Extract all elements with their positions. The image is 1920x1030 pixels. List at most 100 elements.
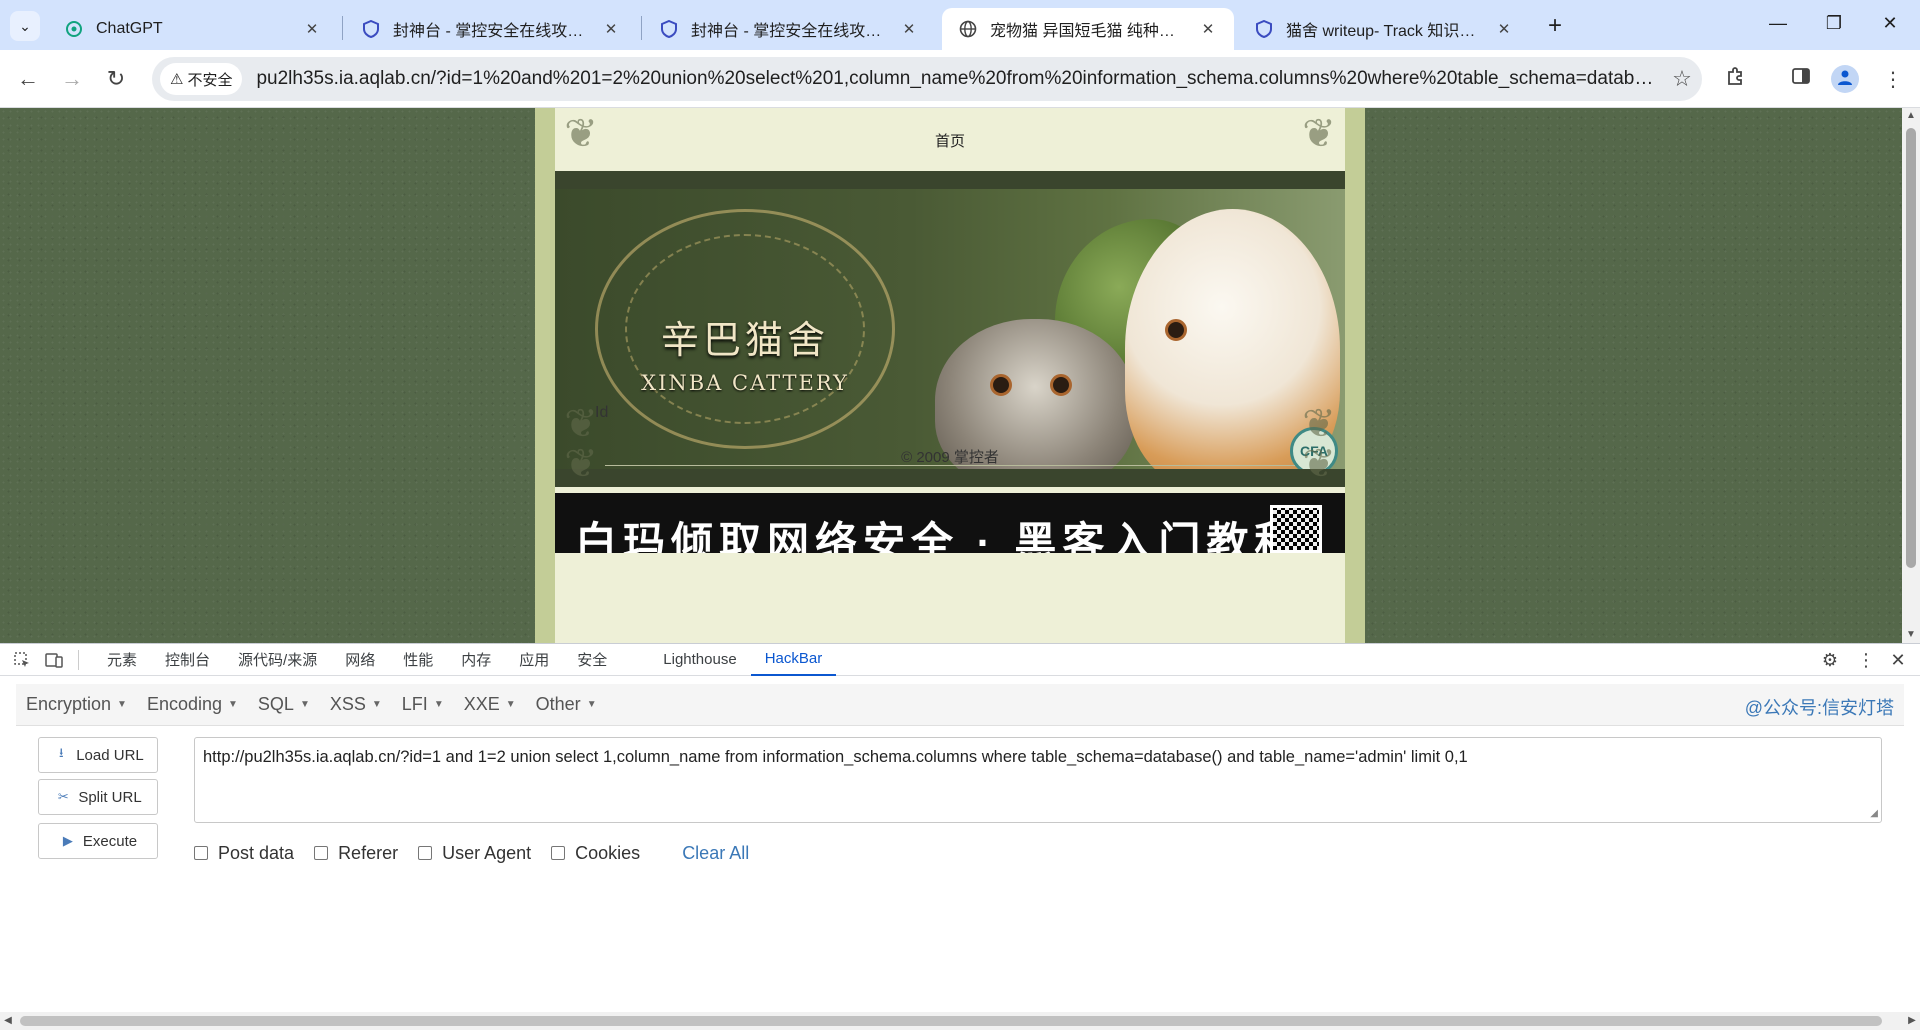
cookies-checkbox[interactable]: Cookies <box>551 843 640 864</box>
tab-chatgpt[interactable]: ChatGPT ✕ <box>48 8 338 50</box>
tab-cattery[interactable]: 宠物猫 异国短毛猫 纯种猫 加菲 ✕ <box>942 8 1234 50</box>
extensions-button[interactable] <box>1720 63 1752 95</box>
forward-button[interactable]: → <box>56 63 88 95</box>
minimize-button[interactable]: — <box>1750 0 1806 46</box>
minimize-icon: — <box>1769 12 1787 33</box>
scroll-down-icon[interactable]: ▼ <box>1902 627 1920 643</box>
split-url-button[interactable]: ✂ Split URL <box>38 779 158 815</box>
close-icon[interactable]: ✕ <box>899 19 919 39</box>
url-text[interactable]: pu2lh35s.ia.aqlab.cn/?id=1%20and%201=2%2… <box>256 68 1662 90</box>
caret-down-icon: ▼ <box>228 699 238 710</box>
reload-button[interactable]: ↻ <box>100 63 132 95</box>
chatgpt-icon <box>64 19 84 39</box>
bookmark-star-icon[interactable]: ☆ <box>1662 66 1702 92</box>
warning-icon: ⚠ <box>170 71 184 88</box>
referer-checkbox[interactable]: Referer <box>314 843 398 864</box>
nav-home-link[interactable]: 首页 <box>555 130 1345 151</box>
page-vertical-scrollbar[interactable]: ▲ ▼ <box>1902 108 1920 643</box>
devtools-tab-performance[interactable]: 性能 <box>389 644 447 676</box>
scroll-up-icon[interactable]: ▲ <box>1902 108 1920 124</box>
security-chip[interactable]: ⚠ 不安全 <box>160 63 243 95</box>
tab-writeup[interactable]: 猫舍 writeup- Track 知识社区 ✕ <box>1238 8 1530 50</box>
device-toolbar-icon[interactable] <box>38 644 70 676</box>
id-output: Id <box>595 404 609 421</box>
scroll-left-icon[interactable]: ◀ <box>0 1012 16 1030</box>
page-column: ❦ ❦ 首页 辛巴猫舍 XINBA CATTERY CFA ❦ ❦ Id ❦ ❦… <box>535 108 1365 643</box>
menu-sql[interactable]: SQL ▼ <box>248 694 320 715</box>
ad-text: 白玛倾取网络安全 · 黑客入门教程 <box>575 519 1303 553</box>
close-devtools-icon[interactable]: ✕ <box>1882 644 1914 676</box>
page-viewport: ❦ ❦ 首页 辛巴猫舍 XINBA CATTERY CFA ❦ ❦ Id ❦ ❦… <box>0 108 1902 643</box>
new-tab-button[interactable]: + <box>1540 11 1570 41</box>
tab-fengshentai-2[interactable]: 封神台 - 掌控安全在线攻防演练 ✕ <box>643 8 935 50</box>
close-icon[interactable]: ✕ <box>601 19 621 39</box>
menu-encryption[interactable]: Encryption ▼ <box>16 694 137 715</box>
close-icon[interactable]: ✕ <box>302 19 322 39</box>
scrollbar-thumb[interactable] <box>20 1016 1882 1026</box>
menu-encoding[interactable]: Encoding ▼ <box>137 694 248 715</box>
scissors-icon: ✂ <box>57 789 69 804</box>
close-window-button[interactable]: ✕ <box>1862 0 1918 46</box>
menu-label: Other <box>535 694 581 714</box>
execute-button[interactable]: ▶ Execute <box>38 823 158 859</box>
inspect-element-icon[interactable] <box>6 644 38 676</box>
person-icon <box>1836 68 1854 91</box>
download-icon: ⭳ <box>58 745 64 760</box>
settings-gear-icon[interactable]: ⚙ <box>1814 644 1846 676</box>
tab-fengshentai-1[interactable]: 封神台 - 掌控安全在线攻防演练 ✕ <box>345 8 637 50</box>
arrow-right-icon: → <box>61 66 83 91</box>
side-panel-button[interactable] <box>1785 63 1817 95</box>
address-bar[interactable]: ⚠ 不安全 pu2lh35s.ia.aqlab.cn/?id=1%20and%2… <box>152 57 1702 101</box>
caret-down-icon: ▼ <box>505 699 516 710</box>
checkbox-label: Referer <box>338 842 399 863</box>
divider <box>605 465 1295 466</box>
menu-xxe[interactable]: XXE ▼ <box>454 694 526 715</box>
post-data-checkbox[interactable]: Post data <box>194 843 294 864</box>
more-vertical-icon: ⋮ <box>1883 68 1903 91</box>
load-url-button[interactable]: ⭳ Load URL <box>38 737 158 773</box>
profile-avatar[interactable] <box>1831 65 1859 93</box>
checkbox[interactable] <box>551 846 566 860</box>
scrollbar-thumb[interactable] <box>1906 128 1916 568</box>
plus-icon: + <box>1547 12 1562 39</box>
back-button[interactable]: ← <box>12 63 44 95</box>
devtools-tab-sources[interactable]: 源代码/来源 <box>224 644 331 676</box>
devtools-tab-elements[interactable]: 元素 <box>93 644 151 676</box>
button-label: Load URL <box>76 746 144 764</box>
close-icon[interactable]: ✕ <box>1494 19 1514 39</box>
checkbox-label: User Agent <box>442 842 532 863</box>
close-icon[interactable]: ✕ <box>1198 19 1218 39</box>
side-panel-icon <box>1791 66 1811 92</box>
hackbar-brand: @公众号:信安灯塔 <box>1744 698 1894 718</box>
devtools-tab-console[interactable]: 控制台 <box>151 644 224 676</box>
devtools-tab-security[interactable]: 安全 <box>563 644 621 676</box>
security-label: 不安全 <box>187 71 233 89</box>
ad-banner[interactable]: 白玛倾取网络安全 · 黑客入门教程 <box>555 493 1345 553</box>
devtools-tab-hackbar[interactable]: HackBar <box>750 644 837 676</box>
devtools-horizontal-scrollbar[interactable]: ◀ ▶ <box>0 1012 1920 1030</box>
devtools-tab-application[interactable]: 应用 <box>505 644 563 676</box>
devtools-tab-memory[interactable]: 内存 <box>447 644 505 676</box>
chrome-menu-button[interactable]: ⋮ <box>1877 63 1909 95</box>
devtools-tab-lighthouse[interactable]: Lighthouse <box>649 644 750 676</box>
user-agent-checkbox[interactable]: User Agent <box>418 843 531 864</box>
restore-button[interactable]: ❐ <box>1806 0 1862 46</box>
checkbox[interactable] <box>314 846 329 860</box>
clear-all-link[interactable]: Clear All <box>682 843 749 864</box>
hackbar-url-input[interactable]: http://pu2lh35s.ia.aqlab.cn/?id=1 and 1=… <box>194 737 1882 823</box>
caret-down-icon: ▼ <box>371 699 382 710</box>
scroll-right-icon[interactable]: ▶ <box>1904 1012 1920 1030</box>
checkbox[interactable] <box>194 846 208 860</box>
checkbox[interactable] <box>418 846 433 860</box>
shield-icon <box>659 19 679 39</box>
resize-handle-icon[interactable]: ◢ <box>1870 808 1878 819</box>
arrow-left-icon: ← <box>17 66 39 91</box>
play-icon: ▶ <box>62 833 73 848</box>
more-vertical-icon[interactable]: ⋮ <box>1850 644 1882 676</box>
tab-search-button[interactable]: ⌄ <box>10 11 40 41</box>
devtools-tab-network[interactable]: 网络 <box>331 644 389 676</box>
menu-other[interactable]: Other ▼ <box>526 694 607 715</box>
menu-xss[interactable]: XSS ▼ <box>320 694 392 715</box>
menu-lfi[interactable]: LFI ▼ <box>392 694 454 715</box>
caret-down-icon: ▼ <box>586 699 597 710</box>
